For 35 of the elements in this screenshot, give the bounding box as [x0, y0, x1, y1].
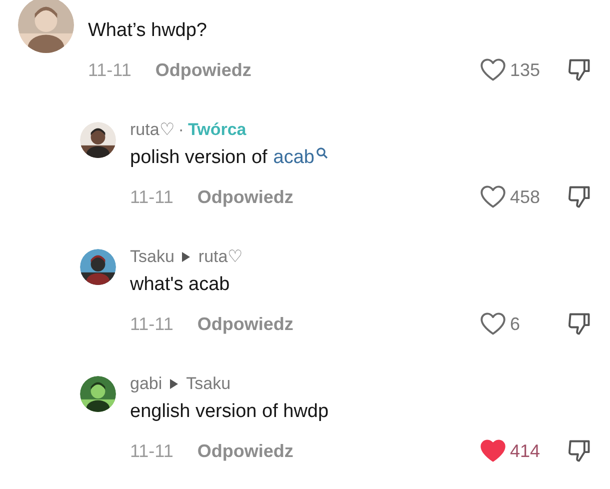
author-name[interactable]: gabi [130, 371, 162, 397]
heart-icon[interactable] [480, 439, 506, 463]
comment-date: 11-11 [130, 312, 174, 336]
comment-text: what's acab [130, 273, 230, 297]
replied-author[interactable]: ruta♡ [198, 244, 243, 270]
author-name[interactable]: ruta♡ [130, 117, 174, 143]
comment-date: 11-11 [130, 186, 174, 208]
search-link[interactable]: acab [273, 146, 314, 170]
comment-date: 11-11 [130, 440, 174, 462]
heart-icon[interactable] [480, 312, 506, 336]
reply-link[interactable]: Odpowiedz [197, 184, 294, 210]
comment-date: 11-11 [88, 58, 132, 82]
dislike-icon[interactable] [566, 57, 592, 83]
like-count: 135 [510, 58, 540, 82]
reply-link[interactable]: Odpowiedz [197, 438, 294, 464]
reply-link[interactable]: Odpowiedz [197, 310, 294, 338]
comment-text: What’s hwdp? [88, 19, 208, 43]
creator-label: Twórca [188, 119, 246, 142]
like-count: 6 [510, 312, 520, 336]
heart-icon[interactable] [480, 58, 506, 82]
replied-author[interactable]: Tsaku [186, 371, 231, 397]
triangle-icon [170, 379, 178, 389]
author-name[interactable]: Tsaku [130, 244, 174, 270]
comment-text: polish version of [130, 146, 268, 170]
heart-icon[interactable] [480, 185, 506, 209]
separator-dot: · [178, 119, 184, 142]
like-count: 414 [510, 440, 540, 462]
reply-link[interactable]: Odpowiedz [155, 56, 252, 84]
search-icon [316, 147, 328, 159]
like-count: 458 [510, 186, 540, 208]
dislike-icon[interactable] [566, 184, 592, 210]
dislike-icon[interactable] [566, 311, 592, 337]
dislike-icon[interactable] [566, 438, 592, 464]
triangle-icon [182, 252, 190, 262]
comment-text: english version of hwdp [130, 400, 329, 424]
